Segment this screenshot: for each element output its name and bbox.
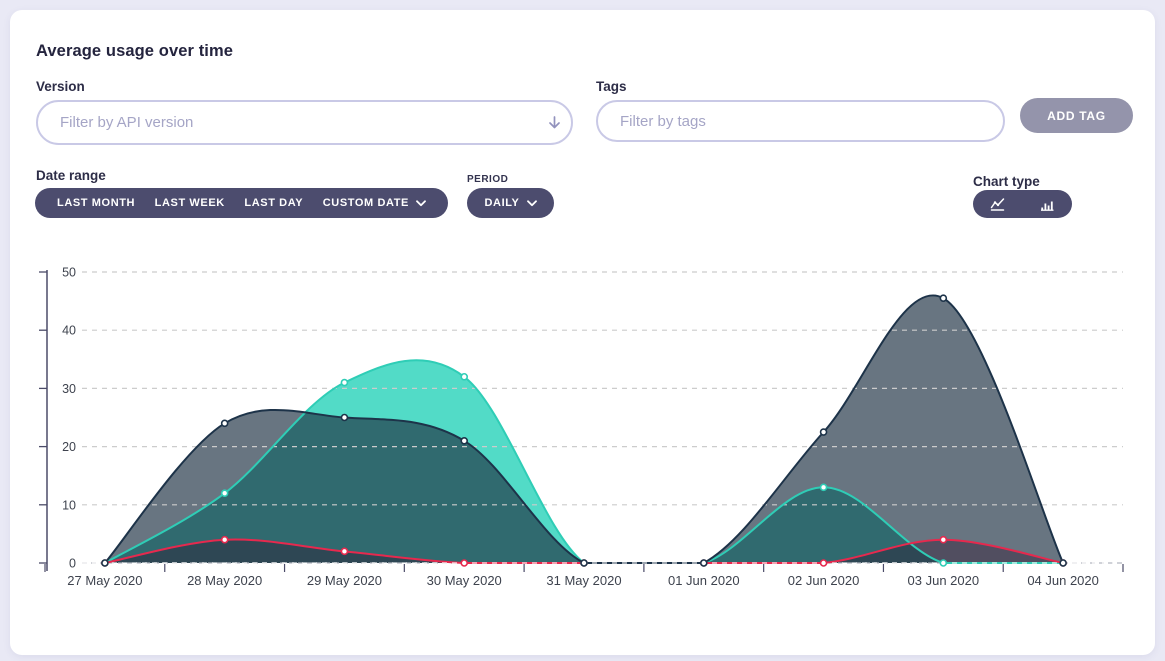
chevron-down-icon bbox=[527, 200, 537, 207]
version-label: Version bbox=[36, 79, 85, 94]
chart-type-label: Chart type bbox=[973, 174, 1040, 189]
y-tick-label: 30 bbox=[62, 382, 76, 396]
y-tick-label: 50 bbox=[62, 266, 76, 280]
x-tick-label: 01 Jun 2020 bbox=[668, 573, 740, 588]
data-dot-dark-series bbox=[102, 560, 108, 566]
date-range-label: Date range bbox=[36, 168, 106, 183]
period-dropdown[interactable]: DAILY bbox=[467, 188, 554, 218]
data-dot-teal-series bbox=[341, 380, 347, 386]
x-tick-label: 04 Jun 2020 bbox=[1027, 573, 1099, 588]
data-dot-dark-series bbox=[940, 295, 946, 301]
date-range-option-last-week[interactable]: LAST WEEK bbox=[155, 197, 225, 209]
y-tick-label: 0 bbox=[69, 557, 76, 571]
data-dot-dark-series bbox=[461, 438, 467, 444]
data-dot-red-series bbox=[940, 537, 946, 543]
x-tick-label: 29 May 2020 bbox=[307, 573, 382, 588]
version-filter-input[interactable] bbox=[36, 100, 573, 145]
x-tick-label: 02 Jun 2020 bbox=[788, 573, 860, 588]
tags-label: Tags bbox=[596, 79, 627, 94]
bar-chart-icon bbox=[1040, 197, 1055, 211]
date-range-option-label: LAST WEEK bbox=[155, 197, 225, 209]
y-tick-label: 20 bbox=[62, 440, 76, 454]
date-range-option-label: CUSTOM DATE bbox=[323, 197, 409, 209]
download-button[interactable] bbox=[1083, 190, 1133, 218]
x-tick-label: 27 May 2020 bbox=[67, 573, 142, 588]
date-range-group: LAST MONTH LAST WEEK LAST DAY CUSTOM DATE bbox=[35, 188, 448, 218]
x-tick-label: 30 May 2020 bbox=[427, 573, 502, 588]
usage-chart-container: 0 10 20 30 40 50 27 May 2020 28 May 2020 29 May … bbox=[10, 260, 1155, 620]
area-fill-dark-series bbox=[105, 295, 1063, 563]
data-dot-dark-series bbox=[341, 415, 347, 421]
line-chart-button[interactable] bbox=[990, 197, 1005, 211]
data-dot-teal-series bbox=[821, 484, 827, 490]
page-title: Average usage over time bbox=[36, 42, 233, 61]
y-tick-label: 10 bbox=[62, 498, 76, 512]
chevron-down-icon bbox=[416, 200, 426, 207]
download-icon bbox=[1101, 197, 1115, 211]
add-tag-button[interactable]: ADD TAG bbox=[1020, 98, 1133, 133]
x-tick-label: 03 Jun 2020 bbox=[908, 573, 980, 588]
bar-chart-button[interactable] bbox=[1040, 197, 1055, 211]
tags-filter-input[interactable] bbox=[596, 100, 1005, 142]
date-range-option-label: LAST DAY bbox=[244, 197, 303, 209]
x-tick-label: 31 May 2020 bbox=[546, 573, 621, 588]
data-dot-dark-series bbox=[581, 560, 587, 566]
date-range-option-label: LAST MONTH bbox=[57, 197, 135, 209]
date-range-option-last-day[interactable]: LAST DAY bbox=[244, 197, 303, 209]
chart-type-toggle bbox=[973, 190, 1072, 218]
data-dot-red-series bbox=[222, 537, 228, 543]
data-dot-dark-series bbox=[701, 560, 707, 566]
period-label: PERIOD bbox=[467, 174, 508, 185]
data-dot-teal-series bbox=[222, 490, 228, 496]
data-dot-dark-series bbox=[222, 420, 228, 426]
data-dot-red-series bbox=[461, 560, 467, 566]
line-chart-icon bbox=[990, 197, 1005, 211]
data-dot-dark-series bbox=[821, 429, 827, 435]
data-dot-teal-series bbox=[940, 560, 946, 566]
data-dot-red-series bbox=[341, 548, 347, 554]
date-range-option-last-month[interactable]: LAST MONTH bbox=[57, 197, 135, 209]
date-range-option-custom-date[interactable]: CUSTOM DATE bbox=[323, 197, 426, 209]
x-tick-label: 28 May 2020 bbox=[187, 573, 262, 588]
data-dot-dark-series bbox=[1060, 560, 1066, 566]
y-tick-label: 40 bbox=[62, 324, 76, 338]
data-dot-red-series bbox=[821, 560, 827, 566]
usage-area-chart: 0 10 20 30 40 50 27 May 2020 28 May 2020 29 May … bbox=[10, 260, 1155, 620]
period-value: DAILY bbox=[485, 197, 537, 209]
usage-panel: Average usage over time Version Tags ADD… bbox=[10, 10, 1155, 655]
data-dot-teal-series bbox=[461, 374, 467, 380]
